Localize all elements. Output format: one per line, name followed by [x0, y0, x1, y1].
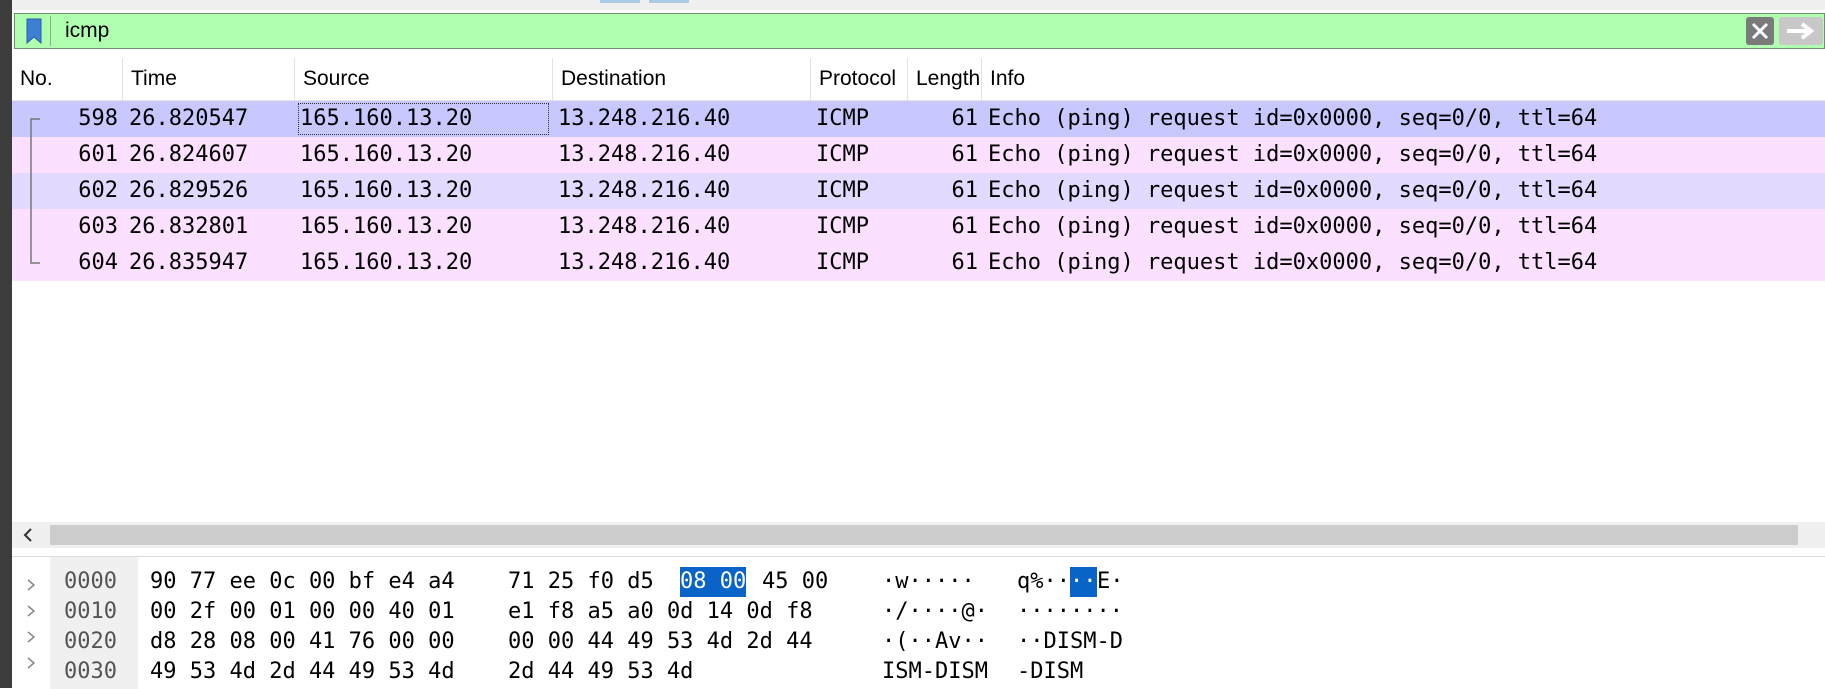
ascii-bytes[interactable]: E·	[1097, 567, 1124, 597]
hex-bytes[interactable]: 71 25 f0 d5	[508, 567, 654, 597]
chevron-left-icon	[23, 528, 32, 542]
packet-time: 26.829526	[129, 178, 249, 203]
hex-bytes[interactable]: d8 28 08 00 41 76 00 00	[150, 627, 455, 657]
packet-list-hscrollbar[interactable]	[12, 522, 1825, 548]
left-window-edge	[0, 0, 12, 688]
hex-bytes[interactable]: e1 f8 a5 a0 0d 14 0d f8	[508, 597, 813, 627]
packet-protocol: ICMP	[816, 142, 869, 167]
bytes-row: 0010 00 2f 00 01 00 00 40 01 e1 f8 a5 a0…	[12, 597, 1825, 627]
clear-x-icon	[1751, 22, 1769, 40]
packet-destination: 13.248.216.40	[558, 106, 731, 131]
packet-no: 601	[78, 142, 118, 167]
ascii-bytes[interactable]: ········	[1017, 597, 1123, 627]
column-header-length[interactable]: Length	[908, 58, 982, 100]
packet-protocol: ICMP	[816, 106, 869, 131]
ascii-bytes[interactable]: ·/····@·	[882, 597, 988, 627]
packet-time: 26.832801	[129, 214, 249, 239]
ascii-bytes[interactable]: ISM-DISM	[882, 657, 988, 687]
packet-source: 165.160.13.20	[300, 250, 473, 275]
bytes-row: 0000 90 77 ee 0c 00 bf e4 a4 71 25 f0 d5…	[12, 567, 1825, 597]
packet-length: 61	[951, 142, 979, 167]
byte-offset: 0000	[64, 569, 117, 594]
column-header-source[interactable]: Source	[295, 58, 553, 100]
packet-length: 61	[951, 106, 979, 131]
ascii-bytes[interactable]: q%··	[1017, 567, 1070, 597]
packet-source: 165.160.13.20	[300, 178, 473, 203]
hex-bytes[interactable]: 45 00	[762, 567, 828, 597]
toolbar-edge	[12, 0, 1825, 10]
packet-no: 602	[78, 178, 118, 203]
toolbar-button-stub[interactable]	[649, 0, 689, 3]
packet-time: 26.820547	[129, 106, 249, 131]
display-filter-bar	[14, 13, 1825, 49]
column-header-time[interactable]: Time	[123, 58, 295, 100]
filter-bookmark-button[interactable]	[17, 16, 51, 46]
hex-bytes[interactable]: 49 53 4d 2d 44 49 53 4d	[150, 657, 455, 687]
packet-length: 61	[951, 250, 979, 275]
packet-length: 61	[951, 214, 979, 239]
packet-row[interactable]: 598 26.820547 165.160.13.20 13.248.216.4…	[12, 101, 1825, 137]
packet-info: Echo (ping) request id=0x0000, seq=0/0, …	[988, 142, 1598, 167]
bytes-row: 0020 d8 28 08 00 41 76 00 00 00 00 44 49…	[12, 627, 1825, 657]
packet-row[interactable]: 601 26.824607 165.160.13.20 13.248.216.4…	[12, 137, 1825, 173]
packet-row[interactable]: 602 26.829526 165.160.13.20 13.248.216.4…	[12, 173, 1825, 209]
packet-destination: 13.248.216.40	[558, 250, 731, 275]
packet-time: 26.835947	[129, 250, 249, 275]
column-header-info[interactable]: Info	[982, 58, 1825, 100]
packet-info: Echo (ping) request id=0x0000, seq=0/0, …	[988, 106, 1598, 131]
packet-protocol: ICMP	[816, 178, 869, 203]
packet-destination: 13.248.216.40	[558, 214, 731, 239]
packet-no: 604	[78, 250, 118, 275]
packet-protocol: ICMP	[816, 250, 869, 275]
column-header-no[interactable]: No.	[12, 58, 123, 100]
ascii-bytes[interactable]: -DISM	[1017, 657, 1083, 687]
packet-list: 598 26.820547 165.160.13.20 13.248.216.4…	[12, 101, 1825, 281]
byte-offset: 0010	[64, 599, 117, 624]
packet-time: 26.824607	[129, 142, 249, 167]
toolbar-button-stub[interactable]	[600, 0, 640, 3]
clear-filter-button[interactable]	[1746, 17, 1774, 45]
packet-destination: 13.248.216.40	[558, 178, 731, 203]
packet-source: 165.160.13.20	[300, 214, 473, 239]
byte-offset: 0020	[64, 629, 117, 654]
display-filter-input[interactable]	[59, 16, 1771, 46]
packet-destination: 13.248.216.40	[558, 142, 731, 167]
hex-bytes[interactable]: 00 2f 00 01 00 00 40 01	[150, 597, 455, 627]
scrollbar-thumb[interactable]	[50, 525, 1798, 545]
packet-no: 603	[78, 214, 118, 239]
packet-no: 598	[78, 106, 118, 131]
apply-filter-button[interactable]	[1779, 17, 1823, 45]
ascii-bytes[interactable]: ·w·····	[882, 567, 975, 597]
hex-bytes[interactable]: 00 00 44 49 53 4d 2d 44	[508, 627, 813, 657]
ascii-bytes[interactable]: ·(··Av··	[882, 627, 988, 657]
bookmark-icon	[26, 18, 41, 44]
hex-bytes[interactable]: 2d 44 49 53 4d	[508, 657, 693, 687]
hex-bytes-selected[interactable]: 08 00	[680, 567, 747, 597]
column-header-destination[interactable]: Destination	[553, 58, 811, 100]
packet-row[interactable]: 603 26.832801 165.160.13.20 13.248.216.4…	[12, 209, 1825, 245]
packet-list-header: No. Time Source Destination Protocol Len…	[12, 58, 1825, 101]
packet-length: 61	[951, 178, 979, 203]
hex-bytes[interactable]: 90 77 ee 0c 00 bf e4 a4	[150, 567, 455, 597]
packet-protocol: ICMP	[816, 214, 869, 239]
column-header-protocol[interactable]: Protocol	[811, 58, 908, 100]
packet-info: Echo (ping) request id=0x0000, seq=0/0, …	[988, 178, 1598, 203]
bytes-row: 0030 49 53 4d 2d 44 49 53 4d 2d 44 49 53…	[12, 657, 1825, 687]
scroll-left-button[interactable]	[18, 522, 38, 548]
ascii-bytes-selected[interactable]: ··	[1070, 567, 1097, 597]
ascii-bytes[interactable]: ··DISM-D	[1017, 627, 1123, 657]
packet-row[interactable]: 604 26.835947 165.160.13.20 13.248.216.4…	[12, 245, 1825, 281]
packet-info: Echo (ping) request id=0x0000, seq=0/0, …	[988, 250, 1598, 275]
byte-offset: 0030	[64, 659, 117, 684]
packet-info: Echo (ping) request id=0x0000, seq=0/0, …	[988, 214, 1598, 239]
packet-source[interactable]: 165.160.13.20	[296, 101, 551, 137]
packet-bytes-pane: 0000 90 77 ee 0c 00 bf e4 a4 71 25 f0 d5…	[12, 556, 1825, 689]
apply-arrow-icon	[1787, 22, 1815, 40]
packet-source: 165.160.13.20	[300, 142, 473, 167]
